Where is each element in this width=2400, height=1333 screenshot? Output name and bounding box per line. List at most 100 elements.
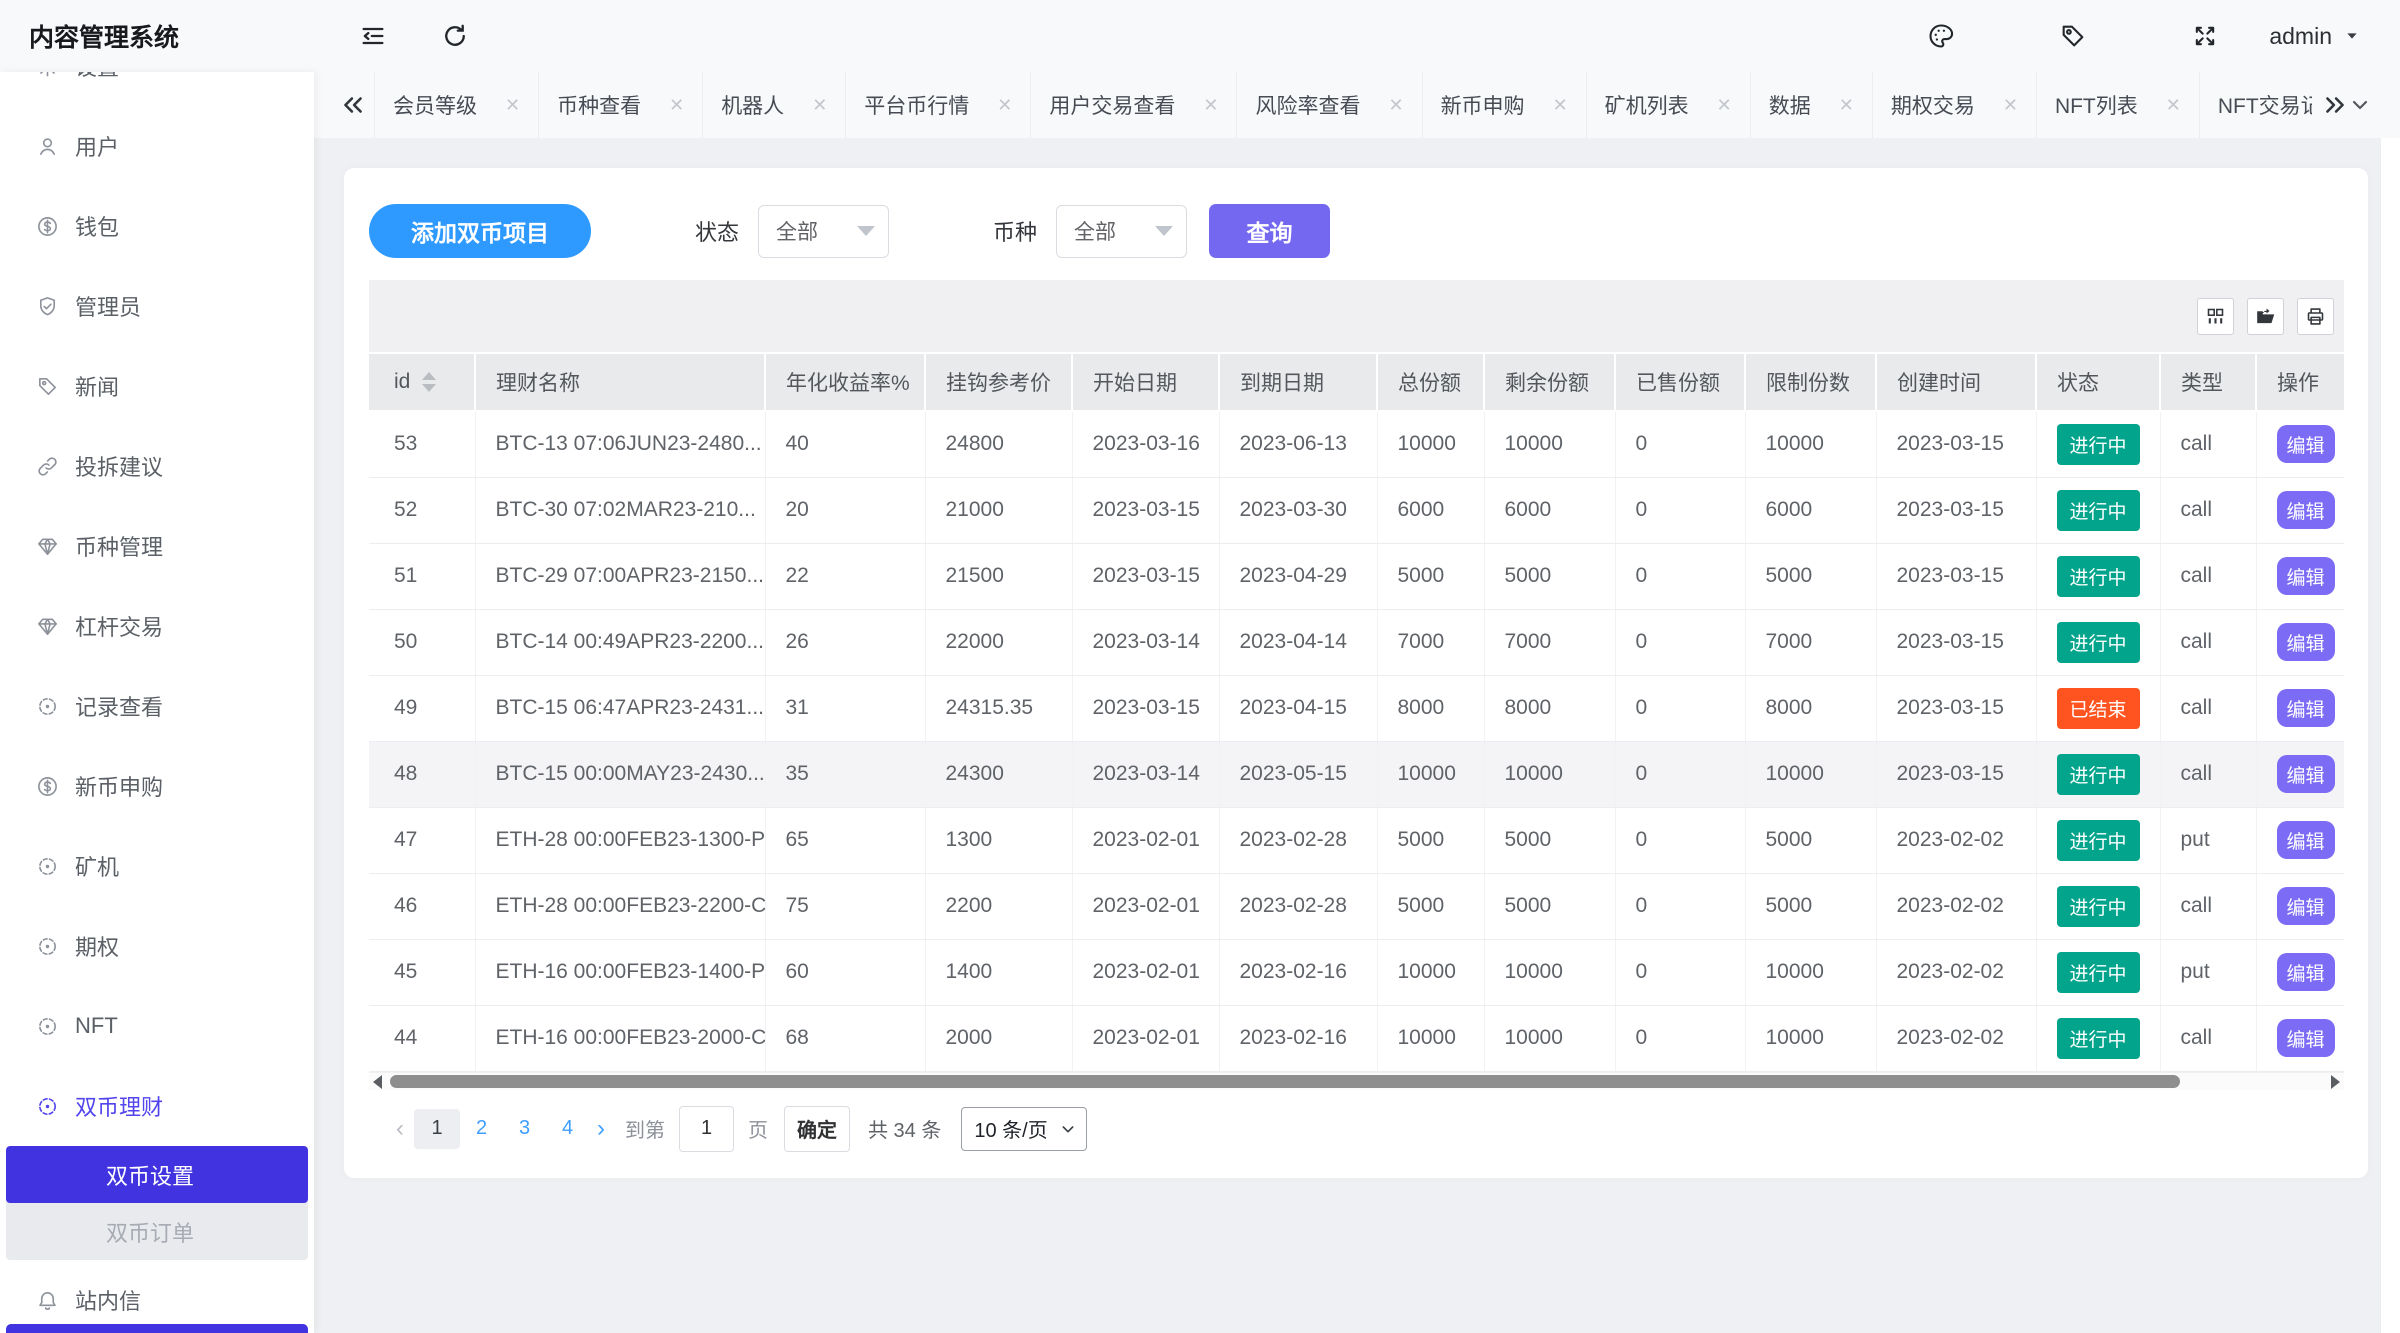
sidebar-item-options[interactable]: 期权 bbox=[0, 906, 314, 986]
tabs-scroll-right-icon[interactable] bbox=[2322, 92, 2348, 118]
tag-icon[interactable] bbox=[2059, 22, 2087, 50]
tab-close-icon[interactable]: ✕ bbox=[2166, 95, 2181, 116]
horizontal-scrollbar-thumb[interactable] bbox=[390, 1075, 2180, 1088]
tab-close-icon[interactable]: ✕ bbox=[1839, 95, 1854, 116]
palette-icon[interactable] bbox=[1927, 22, 1955, 50]
tab-close-icon[interactable]: ✕ bbox=[1717, 95, 1732, 116]
sidebar-item-label: 双币理财 bbox=[75, 1090, 163, 1122]
sidebar-item-miner[interactable]: 矿机 bbox=[0, 826, 314, 906]
sidebar-item-news[interactable]: 新闻 bbox=[0, 346, 314, 426]
sidebar-item-new-coin-subscribe[interactable]: 新币申购 bbox=[0, 746, 314, 826]
coin-select[interactable]: 全部 bbox=[1056, 205, 1187, 258]
cell-remain: 8000 bbox=[1484, 675, 1615, 741]
confirm-button[interactable]: 确定 bbox=[784, 1106, 850, 1152]
refresh-icon[interactable] bbox=[441, 22, 469, 50]
cell-rate: 35 bbox=[765, 741, 925, 807]
tab-options-trade[interactable]: 期权交易✕ bbox=[1873, 72, 2037, 138]
tab-close-icon[interactable]: ✕ bbox=[669, 95, 684, 116]
sidebar-item-record-view[interactable]: 记录查看 bbox=[0, 666, 314, 746]
status-badge: 进行中 bbox=[2057, 820, 2140, 861]
cell-total: 10000 bbox=[1377, 939, 1484, 1005]
sidebar-item-site-mail[interactable]: 站内信 bbox=[0, 1260, 314, 1333]
tab-miner-list[interactable]: 矿机列表✕ bbox=[1587, 72, 1751, 138]
select-caret-icon bbox=[857, 226, 875, 236]
status-filter-label: 状态 bbox=[695, 215, 739, 247]
page-number-4[interactable]: 4 bbox=[546, 1109, 589, 1149]
fullscreen-icon[interactable] bbox=[2191, 22, 2219, 50]
cell-remain: 10000 bbox=[1484, 1005, 1615, 1071]
sidebar-item-wallet[interactable]: 钱包 bbox=[0, 186, 314, 266]
jump-page-input[interactable] bbox=[679, 1106, 734, 1152]
scroll-right-arrow-icon[interactable] bbox=[2331, 1075, 2340, 1089]
tab-user-trade-view[interactable]: 用户交易查看✕ bbox=[1031, 72, 1237, 138]
tab-nft-trade-records[interactable]: NFT交易记录 bbox=[2200, 72, 2312, 138]
tab-close-icon[interactable]: ✕ bbox=[812, 95, 827, 116]
page-number-3[interactable]: 3 bbox=[503, 1109, 546, 1149]
edit-button[interactable]: 编辑 bbox=[2277, 425, 2335, 463]
tab-member-level[interactable]: 会员等级✕ bbox=[374, 72, 539, 138]
sidebar-item-users[interactable]: 用户 bbox=[0, 106, 314, 186]
tab-coin-view[interactable]: 币种查看✕ bbox=[539, 72, 703, 138]
tabs-scroll-left-icon[interactable] bbox=[340, 92, 366, 118]
tab-close-icon[interactable]: ✕ bbox=[1388, 95, 1403, 116]
tabs-dropdown-icon[interactable] bbox=[2348, 93, 2372, 117]
edit-button[interactable]: 编辑 bbox=[2277, 821, 2335, 859]
sort-icon[interactable] bbox=[422, 372, 436, 392]
tab-nft-list[interactable]: NFT列表✕ bbox=[2037, 72, 2200, 138]
user-menu[interactable]: admin bbox=[2269, 23, 2360, 50]
status-badge: 已结束 bbox=[2057, 688, 2140, 729]
status-badge: 进行中 bbox=[2057, 754, 2140, 795]
page-size-select[interactable]: 10 条/页 bbox=[961, 1107, 1086, 1151]
edit-button[interactable]: 编辑 bbox=[2277, 623, 2335, 661]
sidebar-item-coin-manage[interactable]: 币种管理 bbox=[0, 506, 314, 586]
edit-button[interactable]: 编辑 bbox=[2277, 557, 2335, 595]
page-next-button[interactable]: › bbox=[597, 1115, 605, 1143]
edit-button[interactable]: 编辑 bbox=[2277, 887, 2335, 925]
sidebar-subitem-dual-settings[interactable]: 双币设置 bbox=[6, 1146, 308, 1203]
sidebar-item-nft[interactable]: NFT bbox=[0, 986, 314, 1066]
export-button[interactable] bbox=[2247, 298, 2284, 335]
edit-button[interactable]: 编辑 bbox=[2277, 689, 2335, 727]
cell-start: 2023-03-16 bbox=[1072, 411, 1219, 477]
page-number-1[interactable]: 1 bbox=[414, 1109, 460, 1149]
sidebar-item-settings[interactable]: 设置 bbox=[0, 72, 314, 106]
aim-icon bbox=[36, 935, 59, 958]
edit-button[interactable]: 编辑 bbox=[2277, 755, 2335, 793]
sidebar-item-feedback[interactable]: 投拆建议 bbox=[0, 426, 314, 506]
sidebar-item-label: 钱包 bbox=[75, 210, 119, 242]
tab-close-icon[interactable]: ✕ bbox=[2003, 95, 2018, 116]
vertical-scrollbar-gutter[interactable] bbox=[2380, 138, 2400, 1333]
tab-new-coin-subscribe[interactable]: 新币申购 ✕ bbox=[1423, 72, 1587, 138]
status-select[interactable]: 全部 bbox=[758, 205, 889, 258]
table-header-label: 类型 bbox=[2181, 372, 2223, 395]
sidebar-subitem-dual-orders[interactable]: 双币订单 bbox=[6, 1203, 308, 1260]
cell-total: 5000 bbox=[1377, 873, 1484, 939]
tab-data[interactable]: 数据✕ bbox=[1751, 72, 1873, 138]
sidebar-item-margin-trade[interactable]: 杠杆交易 bbox=[0, 586, 314, 666]
edit-button[interactable]: 编辑 bbox=[2277, 1019, 2335, 1057]
edit-button[interactable]: 编辑 bbox=[2277, 953, 2335, 991]
cell-ref_price: 22000 bbox=[925, 609, 1072, 675]
sidebar-item-admins[interactable]: 管理员 bbox=[0, 266, 314, 346]
edit-button[interactable]: 编辑 bbox=[2277, 491, 2335, 529]
search-button[interactable]: 查询 bbox=[1209, 204, 1330, 258]
menu-fold-icon[interactable] bbox=[359, 22, 387, 50]
horizontal-scrollbar[interactable] bbox=[369, 1073, 2344, 1090]
tab-close-icon[interactable]: ✕ bbox=[1203, 95, 1218, 116]
add-dual-project-button[interactable]: 添加双币项目 bbox=[369, 204, 591, 258]
columns-toggle-button[interactable] bbox=[2197, 298, 2234, 335]
page-number-2[interactable]: 2 bbox=[460, 1109, 503, 1149]
tab-platform-coin-market[interactable]: 平台币行情✕ bbox=[846, 72, 1031, 138]
tab-robot[interactable]: 机器人✕ bbox=[703, 72, 846, 138]
tab-close-icon[interactable]: ✕ bbox=[1553, 95, 1568, 116]
print-button[interactable] bbox=[2297, 298, 2334, 335]
scroll-left-arrow-icon[interactable] bbox=[373, 1075, 382, 1089]
sidebar-item-dual-invest[interactable]: 双币理财 bbox=[0, 1066, 314, 1146]
tab-close-icon[interactable]: ✕ bbox=[505, 95, 520, 116]
status-badge: 进行中 bbox=[2057, 622, 2140, 663]
tab-label: 新币申购 bbox=[1441, 90, 1525, 120]
tab-risk-rate-view[interactable]: 风险率查看✕ bbox=[1237, 72, 1422, 138]
page-prev-button[interactable]: ‹ bbox=[396, 1115, 404, 1143]
tab-close-icon[interactable]: ✕ bbox=[997, 95, 1012, 116]
table-header-id[interactable]: id bbox=[369, 353, 475, 411]
